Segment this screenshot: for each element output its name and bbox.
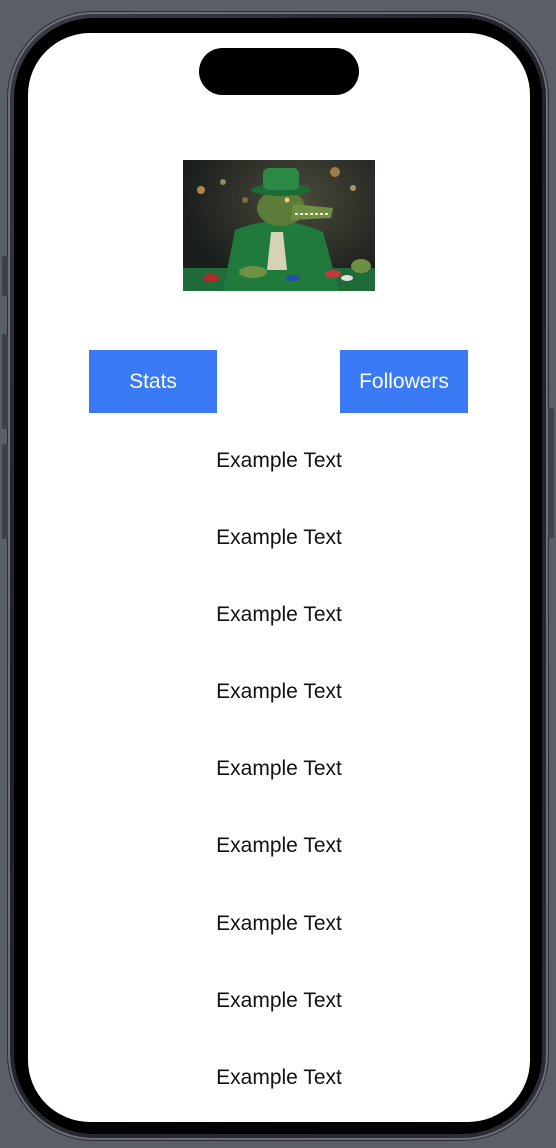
list-item: Example Text <box>216 911 342 935</box>
list-item: Example Text <box>216 449 342 472</box>
stats-button[interactable]: Stats <box>89 350 217 413</box>
list-item: Example Text <box>216 988 342 1012</box>
example-text-list: Example Text Example Text Example Text E… <box>28 446 530 1122</box>
volume-up-button <box>2 334 8 429</box>
action-button <box>2 256 8 296</box>
list-item: Example Text <box>216 757 342 781</box>
crocodile-gambler-icon <box>183 167 375 291</box>
profile-image <box>183 160 375 291</box>
app-screen: Stats Followers Example Text Example Tex… <box>28 33 530 1122</box>
dynamic-island <box>199 48 359 95</box>
volume-down-button <box>2 444 8 539</box>
power-button <box>548 408 554 538</box>
list-item: Example Text <box>216 603 342 627</box>
list-item: Example Text <box>216 834 342 858</box>
list-item: Example Text <box>216 526 342 550</box>
followers-button[interactable]: Followers <box>340 350 468 413</box>
list-item: Example Text <box>216 680 342 704</box>
list-item: Example Text <box>216 1065 342 1089</box>
